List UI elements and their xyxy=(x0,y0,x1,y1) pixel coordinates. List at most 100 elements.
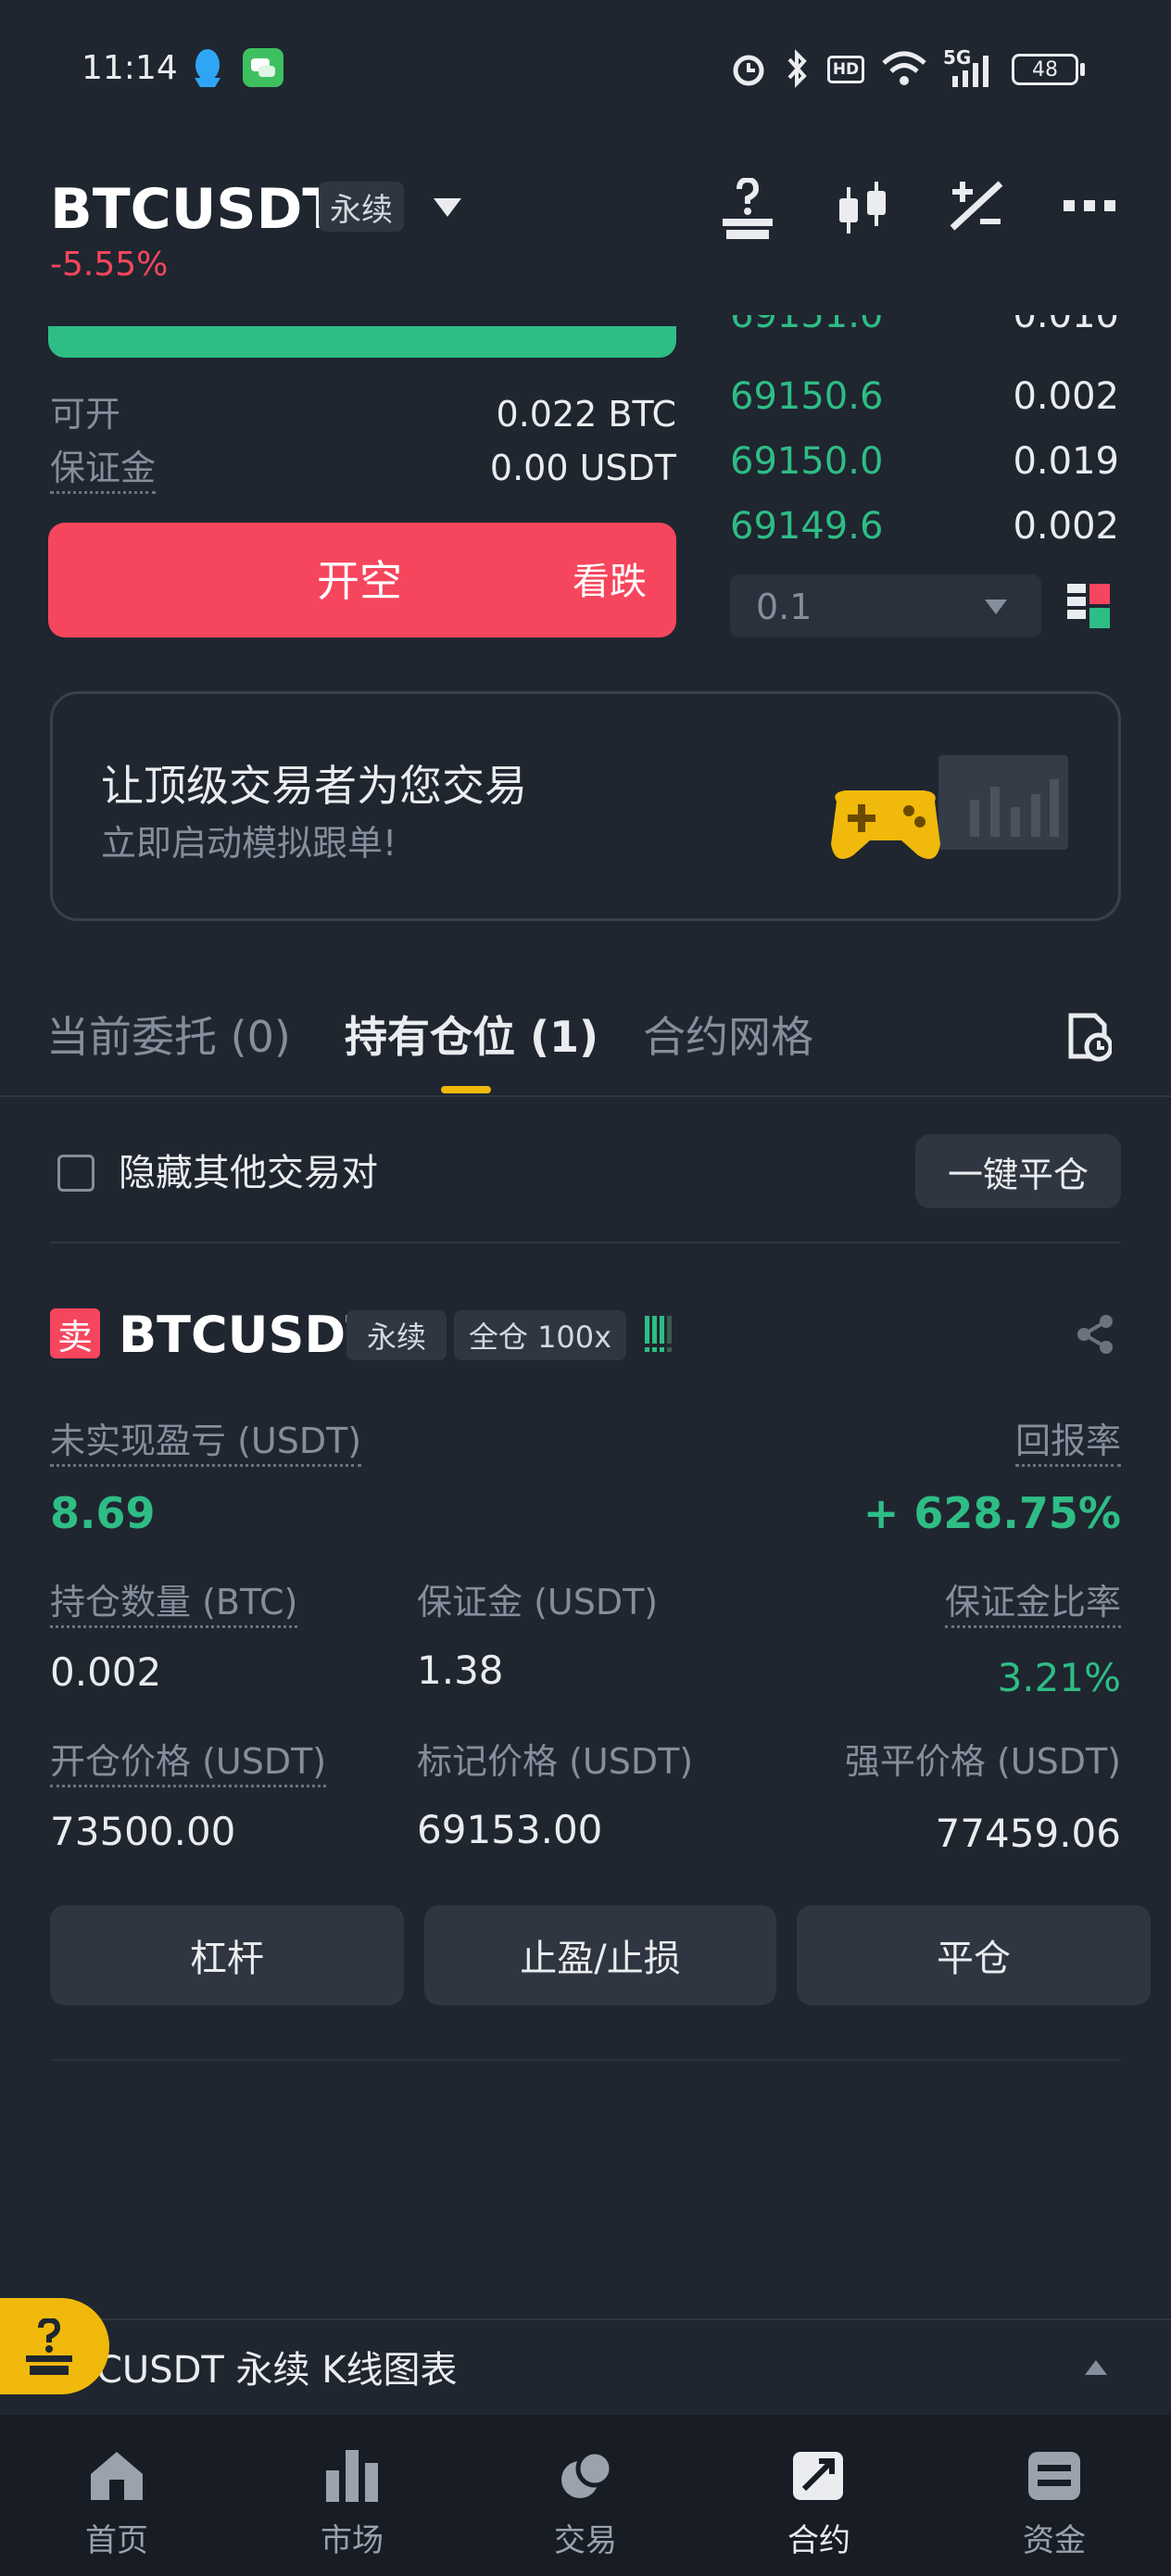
divider xyxy=(50,1242,1121,1244)
nav-home[interactable]: 首页 xyxy=(43,2448,191,2560)
order-book-row[interactable]: 69149.6 0.002 xyxy=(723,504,1130,550)
order-book-row[interactable]: 69151.0 0.010 xyxy=(723,315,1130,354)
trade-icon xyxy=(561,2449,613,2498)
wifi-icon xyxy=(882,51,926,85)
margin-ratio-value: 3.21% xyxy=(997,1655,1121,1700)
position-contract-tag: 永续 xyxy=(346,1310,447,1360)
contract-type-tag: 永续 xyxy=(319,182,404,232)
margin-mode-tag: 全仓 100x xyxy=(454,1310,626,1360)
price-change: -5.55% xyxy=(50,246,169,284)
order-book-price: 69149.6 xyxy=(730,505,884,548)
battery-indicator: 48 xyxy=(1012,54,1078,85)
nav-assets-label: 资金 xyxy=(1023,2522,1086,2559)
calculator-icon[interactable] xyxy=(949,178,1004,234)
precision-select[interactable]: 0.1 xyxy=(730,575,1041,638)
order-book-price: 69150.6 xyxy=(730,375,884,418)
mark-price-label: 标记价格 (USDT) xyxy=(417,1741,694,1782)
kline-bar-label: CUSDT 永续 K线图表 xyxy=(96,2349,458,2392)
position-margin-label: 保证金 (USDT) xyxy=(417,1582,659,1623)
open-short-hint: 看跌 xyxy=(573,561,647,603)
order-history-icon[interactable] xyxy=(1067,1012,1112,1062)
promo-title: 让顶级交易者为您交易 xyxy=(101,761,527,811)
open-long-button-edge[interactable] xyxy=(48,326,676,358)
more-options-icon[interactable] xyxy=(1064,198,1115,213)
order-book-qty: 0.002 xyxy=(1013,375,1119,418)
chevron-up-icon[interactable] xyxy=(1084,2359,1108,2376)
nav-home-label: 首页 xyxy=(85,2522,148,2559)
signal-icon xyxy=(952,56,988,87)
home-icon xyxy=(91,2452,143,2500)
close-all-button[interactable]: 一键平仓 xyxy=(915,1134,1121,1208)
liq-price-value: 77459.06 xyxy=(935,1811,1121,1856)
side-badge: 卖 xyxy=(50,1308,100,1358)
order-book-price: 69151.0 xyxy=(730,315,884,336)
roe-value: + 628.75% xyxy=(863,1488,1121,1538)
alarm-icon xyxy=(733,55,764,86)
divider xyxy=(50,2059,1121,2061)
tpsl-button[interactable]: 止盈/止损 xyxy=(424,1905,776,2005)
qq-icon xyxy=(195,49,220,87)
game-controller-illustration xyxy=(831,755,1068,859)
symbol-dropdown-icon[interactable] xyxy=(432,196,463,219)
futures-icon xyxy=(793,2452,843,2500)
position-size-label[interactable]: 持仓数量 (BTC) xyxy=(50,1585,298,1628)
margin-label[interactable]: 保证金 xyxy=(50,450,157,494)
hide-others-checkbox[interactable] xyxy=(57,1155,94,1192)
unrealized-pnl-label[interactable]: 未实现盈亏 (USDT) xyxy=(50,1423,362,1467)
tabs-divider xyxy=(0,1095,1171,1097)
share-icon[interactable] xyxy=(1075,1314,1115,1355)
bluetooth-icon xyxy=(787,49,807,88)
order-book-qty: 0.019 xyxy=(1013,440,1119,483)
chevron-down-icon xyxy=(985,600,1007,614)
order-book-qty: 0.010 xyxy=(1013,315,1119,336)
unrealized-pnl-value: 8.69 xyxy=(50,1488,156,1538)
open-short-button[interactable]: 开空 看跌 xyxy=(48,523,676,638)
rewards-gift-icon[interactable] xyxy=(719,178,776,239)
order-book-row[interactable]: 69150.6 0.002 xyxy=(723,374,1130,421)
mark-price-value: 69153.00 xyxy=(417,1807,603,1852)
nav-assets[interactable]: 资金 xyxy=(980,2448,1128,2560)
nav-markets-label: 市场 xyxy=(321,2522,384,2559)
hd-badge: HD xyxy=(827,56,864,83)
active-tab-indicator xyxy=(441,1086,491,1093)
order-book-price: 69150.0 xyxy=(730,440,884,483)
roe-label[interactable]: 回报率 xyxy=(1014,1423,1121,1467)
status-time: 11:14 xyxy=(82,49,178,87)
copy-trading-promo[interactable]: 让顶级交易者为您交易 立即启动模拟跟单! xyxy=(50,691,1121,921)
kline-chart-bar[interactable]: CUSDT 永续 K线图表 xyxy=(0,2318,1171,2415)
floating-rewards-button[interactable] xyxy=(0,2298,109,2394)
nav-futures-label: 合约 xyxy=(787,2522,850,2559)
position-size-value: 0.002 xyxy=(50,1649,162,1695)
wallet-icon xyxy=(1028,2452,1080,2500)
available-label: 可开 xyxy=(50,394,121,435)
position-symbol[interactable]: BTCUSDT xyxy=(119,1310,380,1360)
precision-value: 0.1 xyxy=(756,587,812,627)
margin-ratio-label[interactable]: 保证金比率 xyxy=(944,1585,1121,1628)
hide-others-label[interactable]: 隐藏其他交易对 xyxy=(119,1155,378,1192)
available-value: 0.022 BTC xyxy=(496,394,676,435)
nav-markets[interactable]: 市场 xyxy=(278,2448,426,2560)
position-margin-value: 1.38 xyxy=(417,1648,504,1693)
order-book-layout-icon[interactable] xyxy=(1067,584,1112,628)
entry-price-label[interactable]: 开仓价格 (USDT) xyxy=(50,1744,327,1787)
leverage-button[interactable]: 杠杆 xyxy=(50,1905,404,2005)
markets-icon xyxy=(326,2450,378,2502)
order-book-row[interactable]: 69150.0 0.019 xyxy=(723,439,1130,486)
promo-subtitle: 立即启动模拟跟单! xyxy=(101,823,397,864)
nav-trade-label: 交易 xyxy=(554,2522,617,2559)
battery-tip xyxy=(1080,63,1085,76)
open-short-label: 开空 xyxy=(317,556,402,606)
adl-indicator-icon xyxy=(645,1316,672,1352)
close-position-button[interactable]: 平仓 xyxy=(797,1905,1151,2005)
nav-trade[interactable]: 交易 xyxy=(511,2448,660,2560)
tab-grid[interactable]: 合约网格 xyxy=(643,1016,813,1058)
tab-open-orders[interactable]: 当前委托 (0) xyxy=(46,1016,291,1058)
wechat-icon xyxy=(243,48,283,87)
margin-value: 0.00 USDT xyxy=(489,448,676,488)
candlestick-chart-icon[interactable] xyxy=(834,180,891,237)
bottom-nav: 首页 市场 交易 合约 资金 xyxy=(0,2415,1171,2576)
tab-positions[interactable]: 持有仓位 (1) xyxy=(345,1016,598,1058)
symbol-title[interactable]: BTCUSDT xyxy=(50,182,340,237)
order-book-qty: 0.002 xyxy=(1013,505,1119,548)
nav-futures[interactable]: 合约 xyxy=(745,2448,893,2560)
